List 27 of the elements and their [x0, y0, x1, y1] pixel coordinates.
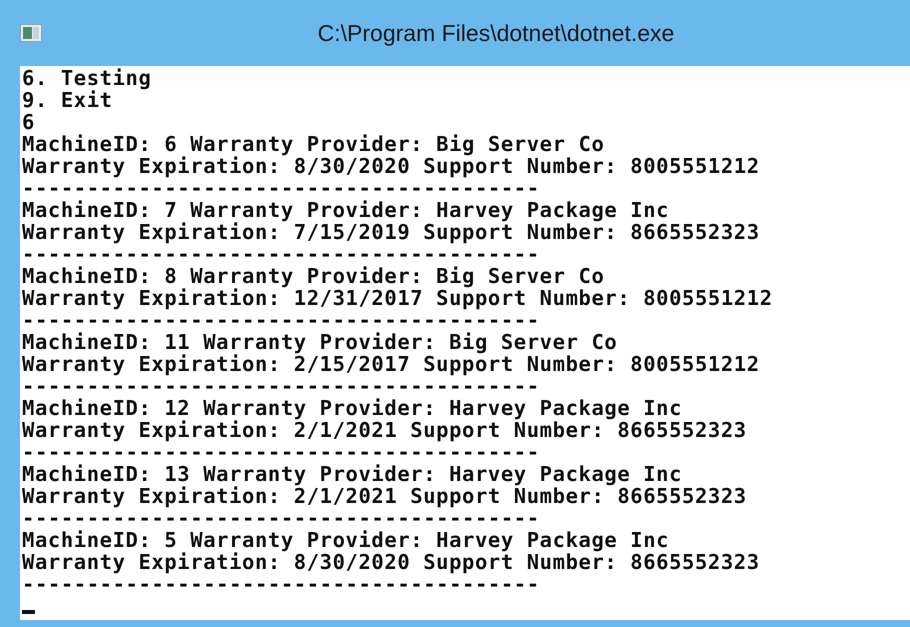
console-line: 6 [22, 111, 35, 133]
console-line: Warranty Expiration: 2/15/2017 Support Number: 8005551212 [22, 353, 760, 375]
console-line: ---------------------------------------- [22, 243, 540, 265]
console-line: Warranty Expiration: 12/31/2017 Support Number: 8005551212 [22, 287, 773, 309]
console-line: ---------------------------------------- [22, 375, 540, 397]
console-line: MachineID: 7 Warranty Provider: Harvey Package Inc [22, 199, 670, 221]
console-window-icon [20, 24, 42, 42]
console-line: MachineID: 8 Warranty Provider: Big Server Co [22, 265, 604, 287]
console-line: ---------------------------------------- [22, 507, 540, 529]
console-line: MachineID: 13 Warranty Provider: Harvey Package Inc [22, 463, 682, 485]
text-cursor [22, 610, 35, 614]
console-line: MachineID: 6 Warranty Provider: Big Server Co [22, 133, 604, 155]
console-line: Warranty Expiration: 8/30/2020 Support Number: 8005551212 [22, 155, 760, 177]
console-line: ---------------------------------------- [22, 573, 540, 595]
console-line: 6. Testing [22, 67, 152, 89]
console-line: ---------------------------------------- [22, 441, 540, 463]
window-title: C:\Program Files\dotnet\dotnet.exe [318, 18, 674, 48]
console-line: Warranty Expiration: 7/15/2019 Support Number: 8665552323 [22, 221, 760, 243]
console-line: Warranty Expiration: 2/1/2021 Support Number: 8665552323 [22, 419, 747, 441]
console-line: ---------------------------------------- [22, 309, 540, 331]
console-line: MachineID: 5 Warranty Provider: Harvey Package Inc [22, 529, 670, 551]
console-line: ---------------------------------------- [22, 177, 540, 199]
console-line: MachineID: 12 Warranty Provider: Harvey Package Inc [22, 397, 682, 419]
console-line: 9. Exit [22, 89, 113, 111]
console-line: Warranty Expiration: 2/1/2021 Support Number: 8665552323 [22, 485, 747, 507]
console-line: MachineID: 11 Warranty Provider: Big Server Co [22, 331, 618, 353]
console-line: Warranty Expiration: 8/30/2020 Support Number: 8665552323 [22, 551, 760, 573]
